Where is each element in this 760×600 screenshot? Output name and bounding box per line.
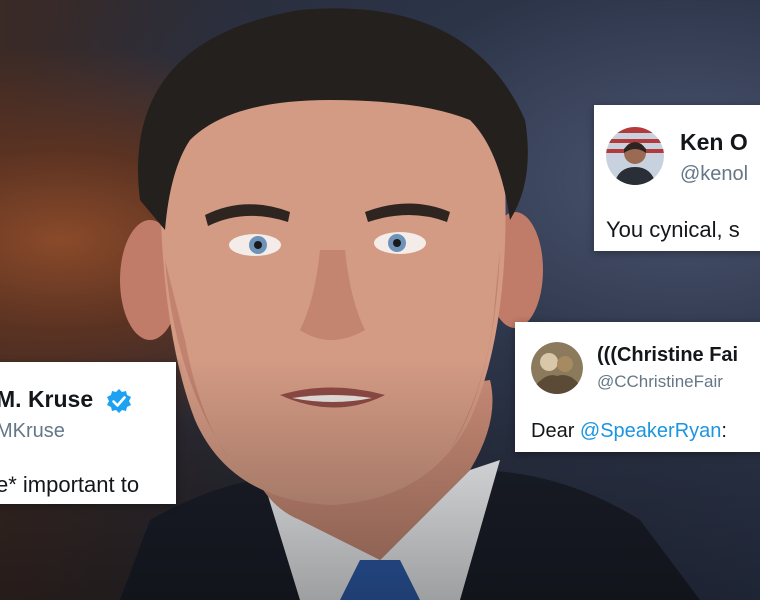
mention-link: @SpeakerRyan: [579, 420, 722, 442]
tweet-card-ken: Ken O @kenol You cynical, s: [594, 105, 760, 251]
tweet-text: e* important to: [0, 472, 140, 497]
photo-collage: Ken O @kenol You cynical, s (((Christine…: [0, 0, 760, 600]
tweet-author-handle: MKruse: [0, 420, 65, 442]
avatar: [531, 342, 583, 394]
portrait-photo: [120, 8, 700, 600]
tweet-text: You cynical, s: [606, 217, 740, 242]
tweet-author-name: M. Kruse: [0, 386, 94, 412]
tweet-author-name: (((Christine Fai: [597, 344, 739, 366]
tweet-author-handle: @CChristineFair: [597, 372, 723, 391]
profile-photo-icon: [606, 127, 664, 185]
tweet-text: Dear @SpeakerRyan:: [531, 420, 727, 443]
profile-photo-icon: [531, 342, 583, 394]
tweet-card-kruse: M. Kruse MKruse e* important to: [0, 362, 176, 504]
tweet-author-name: Ken O: [680, 129, 748, 155]
verified-badge-icon: [107, 389, 131, 413]
tweet-text-suffix: :: [721, 420, 727, 442]
tweet-card-christine: (((Christine Fai @CChristineFair Dear @S…: [515, 322, 760, 452]
tweet-text-prefix: Dear: [531, 420, 580, 442]
tweet-author-handle: @kenol: [680, 163, 749, 185]
avatar: [606, 127, 664, 185]
